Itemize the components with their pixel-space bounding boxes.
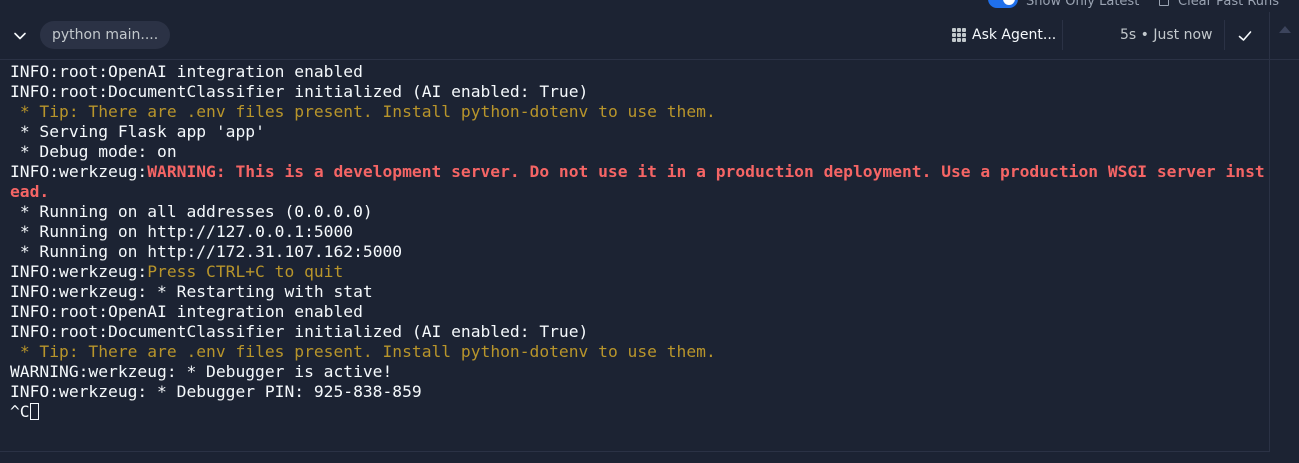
console-line: * Tip: There are .env files present. Ins… xyxy=(10,342,1265,362)
console-text: INFO:werkzeug: * Restarting with stat xyxy=(10,282,373,301)
top-toolbar: Show Only Latest Clear Past Runs xyxy=(0,0,1299,12)
chevron-down-icon xyxy=(14,32,26,40)
console-text: WARNING: This is a development server. D… xyxy=(10,162,1265,201)
console-text: * Tip: There are .env files present. Ins… xyxy=(10,342,716,361)
run-header: python main.... Ask Agent... 5s • Just n… xyxy=(0,12,1299,60)
console-text: INFO:root:OpenAI integration enabled xyxy=(10,302,363,321)
toggle-knob xyxy=(1003,0,1015,5)
console-text: * Tip: There are .env files present. Ins… xyxy=(10,102,716,121)
run-command-pill[interactable]: python main.... xyxy=(40,21,171,49)
console-line: INFO:werkzeug:WARNING: This is a develop… xyxy=(10,162,1265,202)
console-text: INFO:werkzeug: * Debugger PIN: 925-838-8… xyxy=(10,382,422,401)
console-text: * Debug mode: on xyxy=(10,142,177,161)
timestamp: Just now xyxy=(1153,27,1213,43)
show-latest-label: Show Only Latest xyxy=(1026,0,1140,9)
console-output[interactable]: INFO:root:OpenAI integration enabled INFO… xyxy=(10,62,1265,442)
console-text: * Running on http://127.0.0.1:5000 xyxy=(10,222,354,241)
run-duration: 5s • Just now xyxy=(1120,21,1213,49)
console-line: * Running on http://172.31.107.162:5000 xyxy=(10,242,1265,262)
agent-icon xyxy=(952,28,966,42)
console-line: * Serving Flask app 'app' xyxy=(10,122,1265,142)
scroll-up-arrow-icon[interactable] xyxy=(1279,26,1291,33)
bottom-divider xyxy=(0,451,1269,452)
ask-agent-label: Ask Agent... xyxy=(972,27,1057,43)
console-text: INFO:root:DocumentClassifier initialized… xyxy=(10,82,589,101)
console-text: * Serving Flask app 'app' xyxy=(10,122,265,141)
console-text: * Running on all addresses (0.0.0.0) xyxy=(10,202,373,221)
console-text: INFO:werkzeug: xyxy=(10,162,148,181)
ask-agent-button[interactable]: Ask Agent... xyxy=(952,21,1056,49)
terminal-cursor xyxy=(29,403,39,420)
console-text: INFO:werkzeug: xyxy=(10,262,148,281)
console-line: INFO:root:OpenAI integration enabled xyxy=(10,62,1265,82)
clear-past-runs-button[interactable]: Clear Past Runs xyxy=(1178,0,1279,9)
console-line: INFO:werkzeug: * Restarting with stat xyxy=(10,282,1265,302)
show-latest-toggle[interactable] xyxy=(988,0,1018,8)
header-divider xyxy=(1224,20,1225,50)
console-text: Press CTRL+C to quit xyxy=(147,262,344,281)
scrollbar[interactable] xyxy=(1269,12,1299,452)
console-text: INFO:root:OpenAI integration enabled xyxy=(10,62,363,81)
console-text: WARNING:werkzeug: * Debugger is active! xyxy=(10,362,393,381)
check-button[interactable] xyxy=(1232,23,1258,49)
console-line: INFO:werkzeug: * Debugger PIN: 925-838-8… xyxy=(10,382,1265,402)
duration-value: 5s xyxy=(1120,27,1137,43)
console-text: * Running on http://172.31.107.162:5000 xyxy=(10,242,403,261)
console-line: INFO:root:DocumentClassifier initialized… xyxy=(10,322,1265,342)
console-line: * Running on all addresses (0.0.0.0) xyxy=(10,202,1265,222)
console-line: WARNING:werkzeug: * Debugger is active! xyxy=(10,362,1265,382)
console-line: ^C xyxy=(10,402,1265,422)
console-line: INFO:root:OpenAI integration enabled xyxy=(10,302,1265,322)
collapse-button[interactable] xyxy=(8,24,32,48)
console-text: INFO:root:DocumentClassifier initialized… xyxy=(10,322,589,341)
console-line: * Debug mode: on xyxy=(10,142,1265,162)
check-icon xyxy=(1238,31,1252,41)
console-text: ^C xyxy=(10,402,30,421)
trash-icon[interactable] xyxy=(1159,0,1169,6)
header-divider xyxy=(1062,20,1063,50)
console-line: * Running on http://127.0.0.1:5000 xyxy=(10,222,1265,242)
console-line: * Tip: There are .env files present. Ins… xyxy=(10,102,1265,122)
console-line: INFO:werkzeug:Press CTRL+C to quit xyxy=(10,262,1265,282)
separator-dot: • xyxy=(1140,27,1149,43)
console-line: INFO:root:DocumentClassifier initialized… xyxy=(10,82,1265,102)
